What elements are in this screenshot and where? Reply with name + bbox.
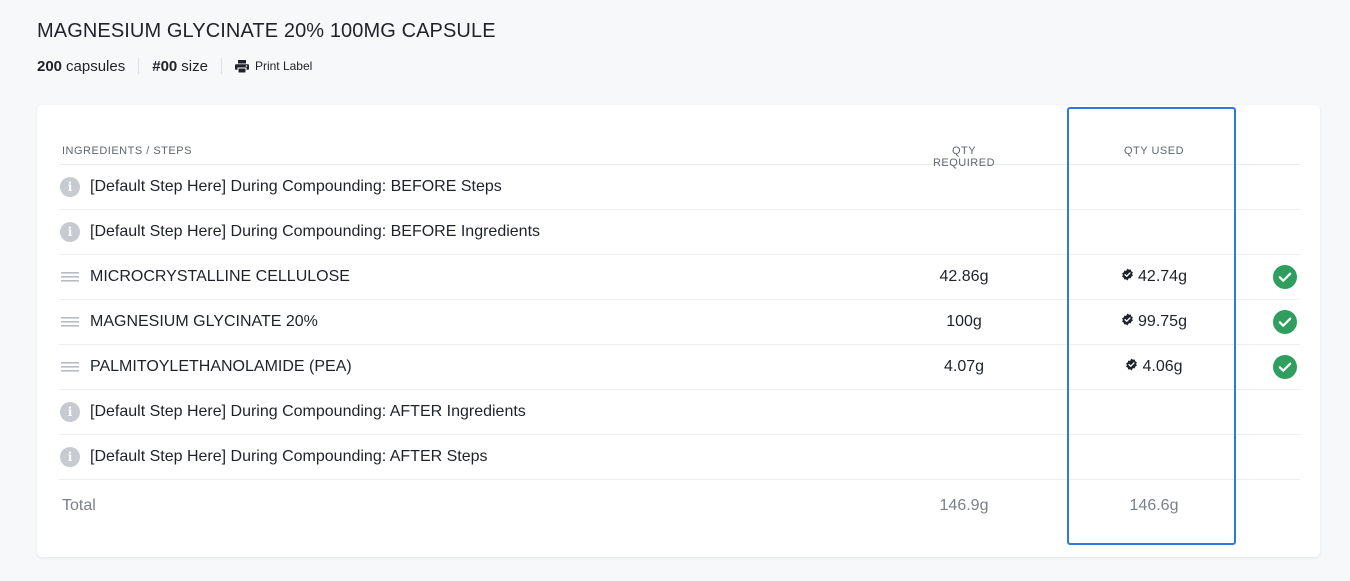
qty-required: 4.07g <box>943 358 985 375</box>
verified-badge-icon <box>1121 313 1134 331</box>
capsule-count-value: 200 <box>37 57 63 75</box>
drag-handle-icon[interactable] <box>60 312 80 332</box>
divider <box>138 58 140 74</box>
total-label: Total <box>62 497 96 514</box>
total-qty-used: 146.6g <box>1129 497 1179 514</box>
total-row: Total 146.9g 146.6g <box>59 495 1300 515</box>
divider <box>220 58 222 74</box>
capsule-count: 200 capsules <box>37 58 125 75</box>
info-icon: i <box>60 177 80 197</box>
qty-used[interactable]: 42.74g <box>1108 268 1200 286</box>
step-row[interactable]: i [Default Step Here] During Compounding:… <box>59 435 1300 480</box>
verified-badge-icon <box>1121 268 1134 286</box>
qty-required: 100g <box>946 313 982 330</box>
qty-used-value: 42.74g <box>1138 268 1187 285</box>
qty-used-value: 4.06g <box>1142 358 1183 375</box>
qty-used[interactable]: 4.06g <box>1108 358 1200 376</box>
capsule-size-value: #00 <box>152 57 178 75</box>
verified-badge-icon <box>1125 358 1138 376</box>
step-row[interactable]: i [Default Step Here] During Compounding:… <box>59 165 1300 210</box>
qty-used-value: 99.75g <box>1138 313 1187 330</box>
row-name: [Default Step Here] During Compounding: … <box>90 178 502 195</box>
info-icon: i <box>60 402 80 422</box>
row-name: MICROCRYSTALLINE CELLULOSE <box>90 268 350 285</box>
ingredient-row[interactable]: MAGNESIUM GLYCINATE 20% 100g 99.75g <box>59 300 1300 345</box>
check-circle-icon <box>1273 265 1297 289</box>
capsule-size-unit: size <box>181 57 208 75</box>
capsule-size: #00 size <box>152 58 208 75</box>
header-qty-used: QTY USED <box>1123 145 1185 157</box>
capsule-count-unit: capsules <box>66 57 126 75</box>
info-icon: i <box>60 222 80 242</box>
row-name: [Default Step Here] During Compounding: … <box>90 448 488 465</box>
step-row[interactable]: i [Default Step Here] During Compounding:… <box>59 210 1300 255</box>
check-circle-icon <box>1273 355 1297 379</box>
row-name: [Default Step Here] During Compounding: … <box>90 223 541 240</box>
check-circle-icon <box>1273 310 1297 334</box>
ingredients-card: INGREDIENTS / STEPS QTY REQUIRED QTY USE… <box>37 105 1320 557</box>
row-name: [Default Step Here] During Compounding: … <box>90 403 526 420</box>
printer-icon <box>234 59 249 73</box>
table-header: INGREDIENTS / STEPS QTY REQUIRED QTY USE… <box>59 145 1300 169</box>
ingredient-row[interactable]: MICROCRYSTALLINE CELLULOSE 42.86g 42.74g <box>59 255 1300 300</box>
row-name: PALMITOYLETHANOLAMIDE (PEA) <box>90 358 352 375</box>
drag-handle-icon[interactable] <box>60 357 80 377</box>
print-label-text: Print Label <box>254 59 313 73</box>
total-qty-required: 146.9g <box>939 497 989 514</box>
row-name: MAGNESIUM GLYCINATE 20% <box>90 313 318 330</box>
ingredient-row[interactable]: PALMITOYLETHANOLAMIDE (PEA) 4.07g 4.06g <box>59 345 1300 390</box>
print-label-button[interactable]: Print Label <box>234 59 313 73</box>
header-ingredients: INGREDIENTS / STEPS <box>62 145 192 157</box>
qty-required: 42.86g <box>939 268 989 285</box>
qty-used[interactable]: 99.75g <box>1108 313 1200 331</box>
info-icon: i <box>60 447 80 467</box>
step-row[interactable]: i [Default Step Here] During Compounding:… <box>59 390 1300 435</box>
product-title: MAGNESIUM GLYCINATE 20% 100MG CAPSULE <box>37 20 496 42</box>
product-meta: 200 capsules #00 size Print Label <box>37 57 312 75</box>
drag-handle-icon[interactable] <box>60 267 80 287</box>
